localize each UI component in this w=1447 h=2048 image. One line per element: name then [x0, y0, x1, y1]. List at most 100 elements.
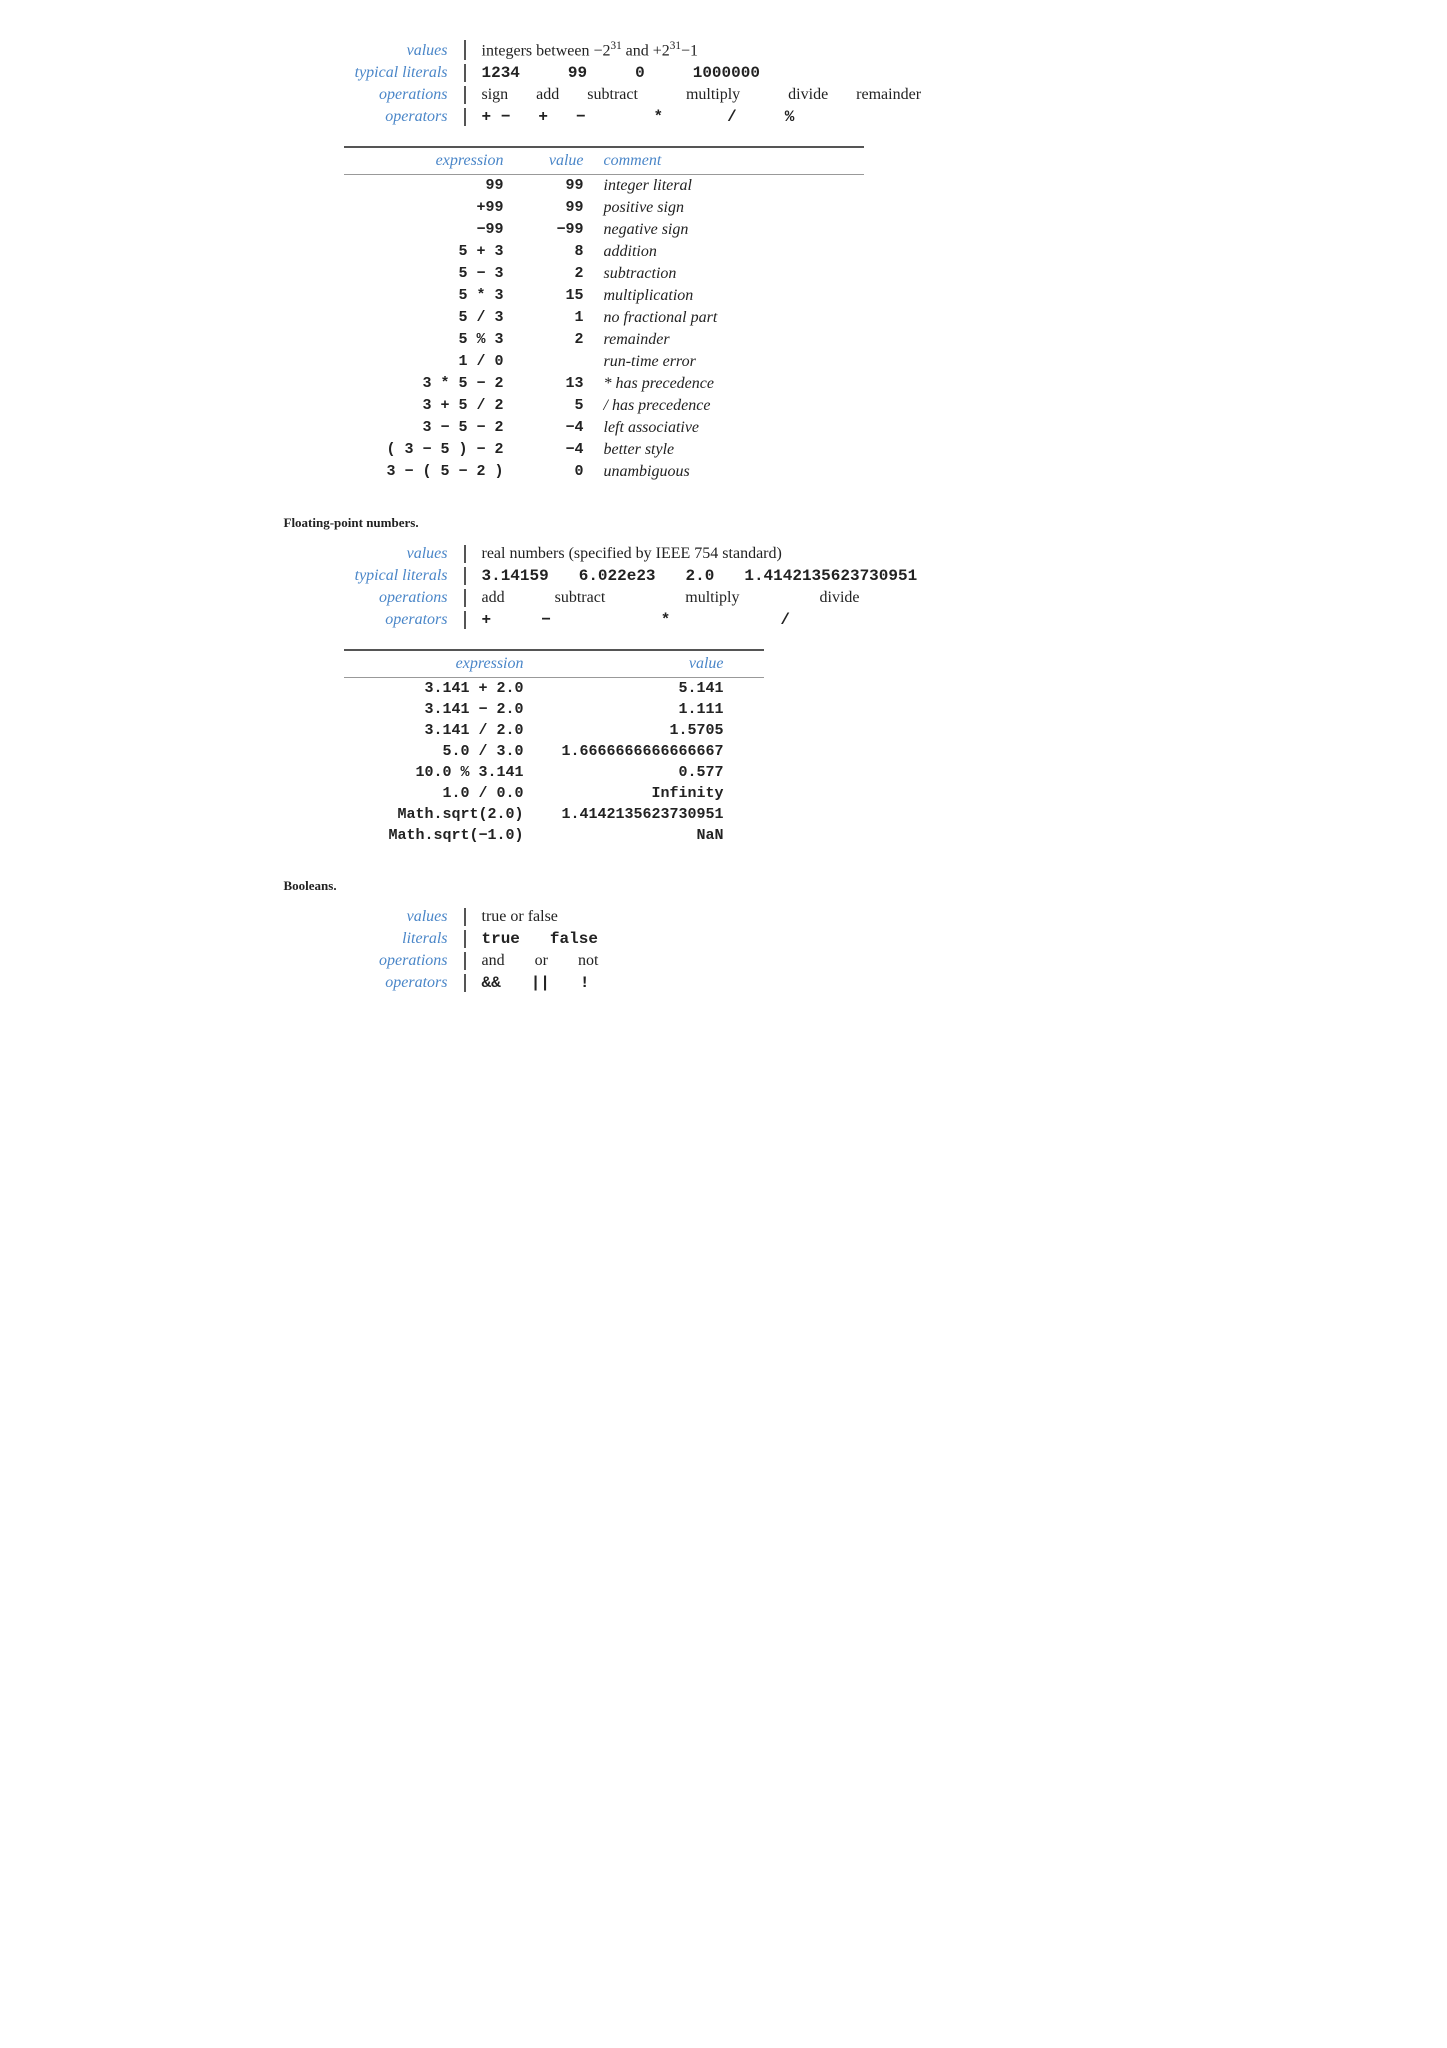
bop-or: or: [535, 952, 548, 970]
booleans-literals-label: literals: [284, 930, 464, 948]
lit-1000000: 1000000: [693, 64, 760, 82]
booleans-ops-row: operations and or not: [284, 952, 1164, 970]
booleans-ops-label: operations: [284, 952, 464, 970]
table-row: −99−99negative sign: [344, 219, 864, 241]
foper-add: +: [482, 611, 492, 629]
table-row: 1.0 / 0.0Infinity: [344, 783, 764, 804]
table-row: 9999integer literal: [344, 175, 864, 197]
floats-literals-label: typical literals: [284, 567, 464, 585]
floats-expr-header: expression value: [344, 651, 764, 678]
table-row: 3 * 5 − 213* has precedence: [344, 373, 864, 395]
flit-two: 2.0: [686, 567, 715, 585]
floats-expr-table: expression value 3.141 + 2.05.141 3.141 …: [344, 649, 764, 846]
floats-range: real numbers (specified by IEEE 754 stan…: [482, 545, 782, 563]
bool-true: true: [482, 930, 520, 948]
foper-sub: −: [541, 611, 551, 629]
op-sign: sign: [482, 86, 509, 104]
lit-0: 0: [635, 64, 645, 82]
integers-values-content: integers between −231 and +231−1: [466, 40, 699, 60]
floats-ops-content: add subtract multiply divide: [466, 589, 860, 607]
floats-ops-row: operations add subtract multiply divide: [284, 589, 1164, 607]
floats-opers-content: + − * /: [466, 611, 790, 629]
integers-ops-content: sign add subtract multiply divide remain…: [466, 86, 922, 104]
op-add: add: [536, 86, 559, 104]
header-value: value: [524, 152, 604, 170]
lit-99: 99: [568, 64, 587, 82]
integers-literals-label: typical literals: [284, 64, 464, 82]
floats-values-label: values: [284, 545, 464, 563]
booleans-values-row: values true or false: [284, 908, 1164, 926]
boper-and: &&: [482, 974, 501, 992]
booleans-label: Booleans.: [284, 878, 1164, 894]
foper-mul: *: [661, 611, 671, 629]
op-divide: divide: [788, 86, 828, 104]
table-row: 3.141 − 2.01.111: [344, 699, 764, 720]
oper-rem: %: [785, 108, 795, 126]
table-row: +9999positive sign: [344, 197, 864, 219]
bop-not: not: [578, 952, 598, 970]
oper-mul: *: [654, 108, 664, 126]
table-row: 5 + 38addition: [344, 241, 864, 263]
floats-ops-label: operations: [284, 589, 464, 607]
fop-add: add: [482, 589, 505, 607]
lit-1234: 1234: [482, 64, 520, 82]
oper-sign: + −: [482, 108, 511, 126]
booleans-opers-row: operators && || !: [284, 974, 1164, 992]
booleans-values-content: true or false: [466, 908, 558, 926]
integers-ops-label: operations: [284, 86, 464, 104]
integers-opers-content: + − + − * / %: [466, 108, 795, 126]
table-row: 5.0 / 3.01.6666666666666667: [344, 741, 764, 762]
boper-not: !: [580, 974, 590, 992]
op-subtract: subtract: [587, 86, 638, 104]
table-row: 3 − 5 − 2−4left associative: [344, 417, 864, 439]
bop-and: and: [482, 952, 505, 970]
integers-range: integers between −231 and +231−1: [482, 40, 699, 60]
oper-div: /: [727, 108, 737, 126]
table-row: 3 + 5 / 25/ has precedence: [344, 395, 864, 417]
header-comment: comment: [604, 152, 864, 170]
fop-multiply: multiply: [685, 589, 739, 607]
bool-false: false: [550, 930, 598, 948]
table-row: 5 * 315multiplication: [344, 285, 864, 307]
floats-opers-label: operators: [284, 611, 464, 629]
oper-add: +: [538, 108, 548, 126]
op-remainder: remainder: [856, 86, 921, 104]
integers-section: values integers between −231 and +231−1 …: [284, 40, 1164, 483]
integers-literals-content: 1234 99 0 1000000: [466, 64, 760, 82]
booleans-opers-content: && || !: [466, 974, 590, 992]
flit-pi: 3.14159: [482, 567, 549, 585]
floats-values-content: real numbers (specified by IEEE 754 stan…: [466, 545, 782, 563]
table-row: ( 3 − 5 ) − 2−4better style: [344, 439, 864, 461]
fheader-value: value: [544, 655, 744, 673]
flit-sqrt2: 1.4142135623730951: [744, 567, 917, 585]
booleans-opers-label: operators: [284, 974, 464, 992]
floats-literals-content: 3.14159 6.022e23 2.0 1.4142135623730951: [466, 567, 918, 585]
boper-or: ||: [531, 974, 550, 992]
floats-values-row: values real numbers (specified by IEEE 7…: [284, 545, 1164, 563]
floats-label: Floating-point numbers.: [284, 515, 1164, 531]
table-row: 3 − ( 5 − 2 )0unambiguous: [344, 461, 864, 483]
integers-expr-header: expression value comment: [344, 148, 864, 175]
floats-opers-row: operators + − * /: [284, 611, 1164, 629]
booleans-values-label: values: [284, 908, 464, 926]
op-multiply: multiply: [686, 86, 740, 104]
integers-literals-row: typical literals 1234 99 0 1000000: [284, 64, 1164, 82]
flit-avogadro: 6.022e23: [579, 567, 656, 585]
table-row: 5 % 32remainder: [344, 329, 864, 351]
integers-ops-row: operations sign add subtract multiply di…: [284, 86, 1164, 104]
table-row: 3.141 / 2.01.5705: [344, 720, 764, 741]
floats-section: Floating-point numbers. values real numb…: [284, 515, 1164, 846]
integers-values-label: values: [284, 42, 464, 60]
floats-literals-row: typical literals 3.14159 6.022e23 2.0 1.…: [284, 567, 1164, 585]
booleans-section: Booleans. values true or false literals …: [284, 878, 1164, 992]
table-row: Math.sqrt(2.0)1.4142135623730951: [344, 804, 764, 825]
table-row: 5 − 32subtraction: [344, 263, 864, 285]
integers-values-row: values integers between −231 and +231−1: [284, 40, 1164, 60]
integers-opers-label: operators: [284, 108, 464, 126]
header-expression: expression: [344, 152, 524, 170]
fop-subtract: subtract: [555, 589, 606, 607]
booleans-ops-content: and or not: [466, 952, 599, 970]
bool-range: true or false: [482, 908, 558, 926]
table-row: 5 / 31no fractional part: [344, 307, 864, 329]
booleans-prop-table: values true or false literals true false…: [284, 908, 1164, 992]
